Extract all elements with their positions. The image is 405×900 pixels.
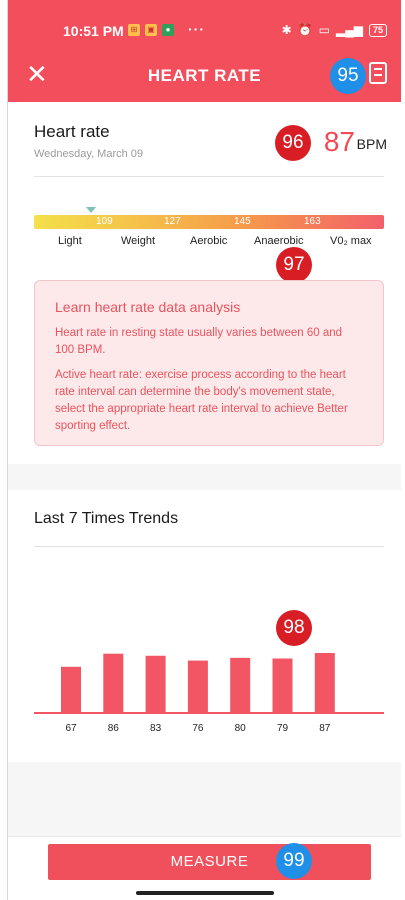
info-paragraph: Heart rate in resting state usually vari… bbox=[55, 327, 343, 356]
location-notification-icon: ● bbox=[162, 24, 174, 36]
notification-icons: ⊞ ▣ ● bbox=[128, 24, 174, 36]
chart-bar bbox=[314, 653, 335, 713]
zone-label-anaerobic: Anaerobic bbox=[254, 235, 304, 247]
status-time: 10:51 PM bbox=[63, 23, 124, 39]
info-box: Learn heart rate data analysis Heart rat… bbox=[34, 280, 384, 446]
trends-title: Last 7 Times Trends bbox=[34, 510, 179, 527]
divider bbox=[34, 176, 384, 177]
zone-label-aerobic: Aerobic bbox=[190, 235, 228, 247]
annotation-badge-96: 96 bbox=[275, 125, 311, 161]
heart-rate-zone-bar bbox=[34, 215, 384, 229]
footer: MEASURE bbox=[8, 836, 401, 900]
chart-tick-label: 86 bbox=[108, 723, 120, 734]
chart-tick-label: 87 bbox=[319, 723, 331, 734]
chart-bar bbox=[230, 657, 251, 713]
trend-bar-chart: 67 86 83 76 80 79 87 bbox=[34, 653, 384, 734]
info-paragraph: Active heart rate: exercise process acco… bbox=[55, 369, 348, 432]
system-icons: ✱ ⏰ ▭ ▂▄▆ 75 bbox=[282, 23, 387, 37]
app-screen: 10:51 PM ⊞ ▣ ● ··· ✱ ⏰ ▭ ▂▄▆ 75 ✕ HEART … bbox=[7, 0, 401, 900]
battery-icon: 75 bbox=[368, 23, 387, 37]
chart-tick-label: 79 bbox=[277, 723, 289, 734]
chart-tick-label: 67 bbox=[65, 723, 77, 734]
chart-tick-label: 76 bbox=[192, 723, 204, 734]
status-bar: 10:51 PM ⊞ ▣ ● ··· ✱ ⏰ ▭ ▂▄▆ 75 bbox=[8, 18, 401, 46]
app-notification-icon: ⊞ bbox=[128, 24, 140, 36]
info-title: Learn heart rate data analysis bbox=[55, 299, 241, 315]
zone-label-vo2max: V0₂ max bbox=[330, 235, 372, 247]
signal-icon: ▂▄▆ bbox=[336, 23, 363, 37]
chart-bar bbox=[145, 655, 166, 713]
chart-tick-label: 80 bbox=[235, 723, 247, 734]
hd-icon: ▭ bbox=[318, 23, 331, 37]
zone-label-light: Light bbox=[58, 235, 82, 247]
divider bbox=[34, 546, 384, 547]
heart-rate-value: 87 bbox=[323, 126, 355, 157]
trends-card: Last 7 Times Trends 67 86 83 76 80 79 87 bbox=[8, 490, 401, 762]
zone-threshold: 145 bbox=[234, 216, 251, 227]
annotation-badge-97: 97 bbox=[276, 247, 312, 283]
heart-rate-date: Wednesday, March 09 bbox=[34, 148, 144, 160]
home-indicator[interactable] bbox=[136, 891, 274, 895]
chart-bar bbox=[103, 653, 124, 713]
more-notifications-icon: ··· bbox=[188, 21, 205, 37]
heart-rate-title: Heart rate bbox=[34, 122, 110, 141]
chart-bar bbox=[61, 666, 81, 713]
measure-button[interactable]: MEASURE bbox=[48, 844, 371, 880]
empty-area bbox=[8, 762, 401, 836]
zone-threshold: 163 bbox=[304, 216, 321, 227]
document-icon[interactable] bbox=[369, 62, 387, 84]
bluetooth-icon: ✱ bbox=[281, 23, 292, 37]
chart-bar bbox=[187, 660, 208, 713]
chart-bar bbox=[272, 658, 293, 713]
alarm-icon: ⏰ bbox=[297, 23, 313, 37]
annotation-badge-99: 99 bbox=[276, 843, 312, 879]
heart-rate-unit: BPM bbox=[356, 136, 387, 152]
annotation-badge-95: 95 bbox=[330, 58, 366, 94]
zone-threshold: 127 bbox=[164, 216, 181, 227]
annotation-badge-98: 98 bbox=[276, 610, 312, 646]
chart-tick-label: 83 bbox=[150, 723, 162, 734]
current-zone-marker bbox=[86, 207, 96, 213]
zone-label-weight: Weight bbox=[121, 235, 156, 247]
section-gap bbox=[8, 464, 401, 490]
gallery-notification-icon: ▣ bbox=[145, 24, 157, 36]
zone-threshold: 109 bbox=[96, 216, 113, 227]
